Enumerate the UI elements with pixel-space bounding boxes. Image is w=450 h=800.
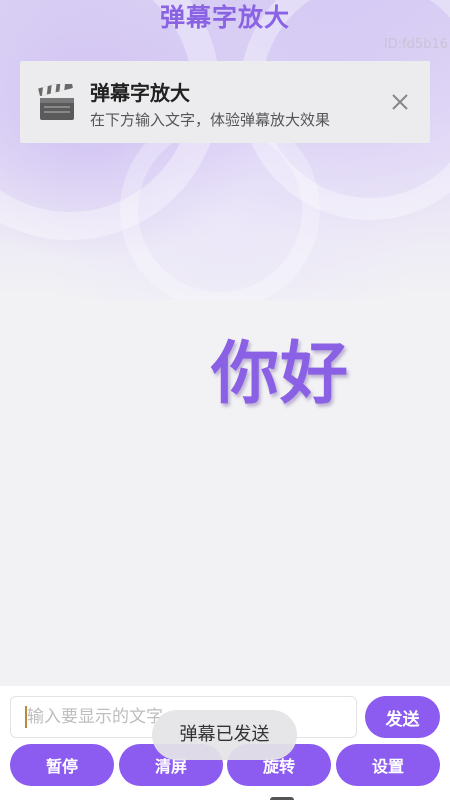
- clapperboard-icon: [38, 84, 74, 120]
- notice-title: 弹幕字放大: [90, 81, 190, 105]
- settings-button[interactable]: 设置: [336, 744, 440, 786]
- pause-button[interactable]: 暂停: [10, 744, 114, 786]
- text-caret: [25, 706, 27, 728]
- danmaku-display-text: 你好: [210, 335, 349, 414]
- header-background: [0, 0, 450, 300]
- notice-banner: 弹幕字放大 在下方输入文字，体验弹幕放大效果: [20, 61, 430, 143]
- notice-body: 在下方输入文字，体验弹幕放大效果: [90, 111, 331, 129]
- app-title: 弹幕字放大: [159, 3, 290, 32]
- close-icon[interactable]: [390, 92, 410, 112]
- device-id: ID:fd5b16: [383, 37, 448, 52]
- send-button[interactable]: 发送: [365, 696, 440, 738]
- sent-toast: 弹幕已发送: [152, 710, 297, 760]
